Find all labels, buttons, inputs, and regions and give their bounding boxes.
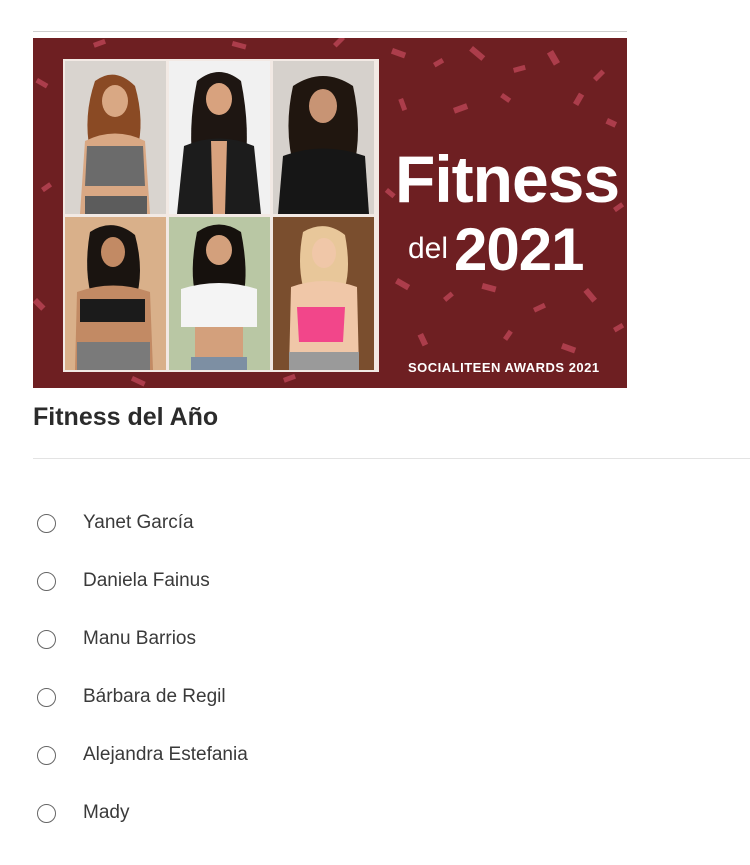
radio-button[interactable] — [37, 629, 56, 649]
poll-banner-image: Fitness del 2021 SOCIALITEEN AWARDS 2021 — [33, 38, 627, 388]
option-label: Daniela Fainus — [83, 570, 210, 591]
option-label: Manu Barrios — [83, 628, 196, 649]
banner-title: Fitness — [395, 142, 620, 216]
banner-footer: SOCIALITEEN AWARDS 2021 — [408, 360, 600, 375]
photo-woman-3 — [273, 61, 374, 214]
question-divider — [33, 458, 750, 459]
option-mady[interactable]: Mady — [37, 784, 248, 842]
banner-subtitle-del: del — [408, 232, 449, 265]
option-manu-barrios[interactable]: Manu Barrios — [37, 610, 248, 668]
photo-woman-6 — [273, 217, 374, 370]
photo-woman-4 — [65, 217, 166, 370]
radio-button[interactable] — [37, 803, 56, 823]
banner-subtitle-year: 2021 — [454, 216, 584, 283]
radio-button[interactable] — [37, 513, 56, 533]
option-daniela-fainus[interactable]: Daniela Fainus — [37, 552, 248, 610]
photo-collage — [63, 59, 379, 372]
option-alejandra-estefania[interactable]: Alejandra Estefania — [37, 726, 248, 784]
banner-subtitle: del 2021 — [408, 216, 585, 297]
photo-woman-1 — [65, 61, 166, 214]
poll-page: Fitness del 2021 SOCIALITEEN AWARDS 2021 … — [0, 0, 750, 865]
option-label: Alejandra Estefania — [83, 744, 248, 765]
option-yanet-garcia[interactable]: Yanet García — [37, 494, 248, 552]
option-label: Mady — [83, 802, 130, 823]
photo-woman-5 — [169, 217, 270, 370]
options-list: Yanet García Daniela Fainus Manu Barrios… — [37, 494, 248, 842]
option-barbara-de-regil[interactable]: Bárbara de Regil — [37, 668, 248, 726]
photo-woman-2 — [169, 61, 270, 214]
radio-button[interactable] — [37, 571, 56, 591]
option-label: Yanet García — [83, 512, 194, 533]
top-divider — [33, 31, 627, 32]
option-label: Bárbara de Regil — [83, 686, 226, 707]
radio-button[interactable] — [37, 687, 56, 707]
question-title: Fitness del Año — [33, 403, 219, 431]
radio-button[interactable] — [37, 745, 56, 765]
